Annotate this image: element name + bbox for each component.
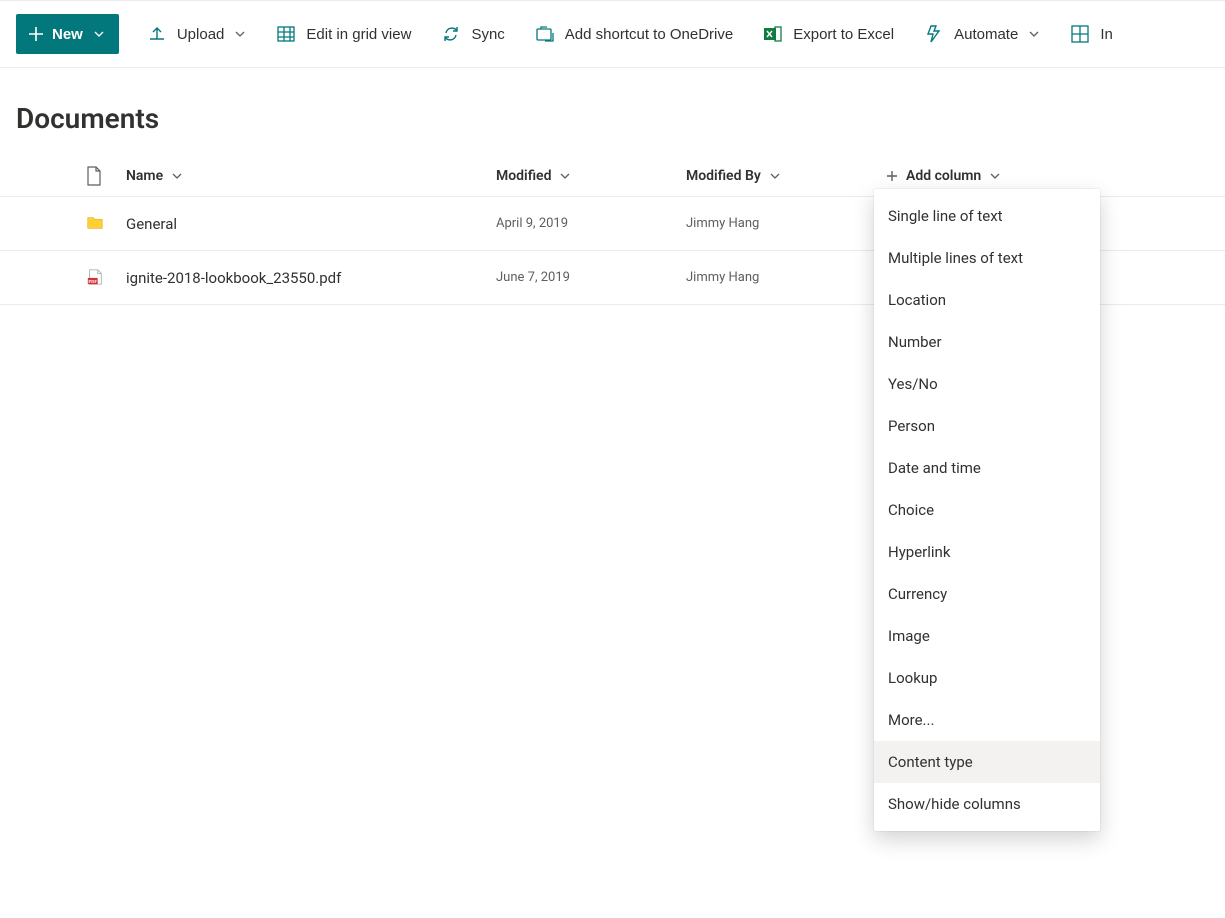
pdf-icon: PDF bbox=[86, 268, 104, 288]
svg-text:PDF: PDF bbox=[88, 278, 97, 283]
item-name[interactable]: General bbox=[126, 215, 177, 233]
add-column-menu-item[interactable]: Show/hide columns bbox=[874, 783, 1100, 825]
excel-icon bbox=[763, 24, 783, 44]
add-column-menu-item[interactable]: Location bbox=[874, 279, 1100, 321]
add-column-menu-item[interactable]: Number bbox=[874, 321, 1100, 363]
add-column-menu-item[interactable]: More... bbox=[874, 699, 1100, 741]
grid-icon bbox=[276, 24, 296, 44]
sync-icon bbox=[441, 24, 461, 44]
column-modified[interactable]: Modified bbox=[490, 168, 680, 184]
file-icon bbox=[86, 166, 102, 186]
integrate-label: In bbox=[1100, 26, 1113, 43]
item-modified-by: Jimmy Hang bbox=[686, 216, 759, 231]
column-name[interactable]: Name bbox=[120, 168, 490, 184]
add-column-menu-item[interactable]: Choice bbox=[874, 489, 1100, 531]
add-column-menu-item[interactable]: Lookup bbox=[874, 657, 1100, 699]
add-column-menu-item[interactable]: Person bbox=[874, 405, 1100, 447]
add-column-menu-item[interactable]: Content type bbox=[874, 741, 1100, 783]
chevron-down-icon bbox=[234, 28, 246, 40]
add-column-menu-item[interactable]: Date and time bbox=[874, 447, 1100, 489]
add-column-menu: Single line of textMultiple lines of tex… bbox=[874, 189, 1100, 831]
add-column-menu-item[interactable]: Yes/No bbox=[874, 363, 1100, 405]
column-modified-label: Modified bbox=[496, 168, 551, 184]
plus-icon bbox=[28, 26, 44, 42]
chevron-down-icon bbox=[559, 170, 571, 182]
edit-grid-label: Edit in grid view bbox=[306, 26, 411, 43]
column-type-icon[interactable] bbox=[80, 166, 120, 186]
add-column-menu-item[interactable]: Multiple lines of text bbox=[874, 237, 1100, 279]
add-shortcut-label: Add shortcut to OneDrive bbox=[565, 26, 733, 43]
item-modified-by: Jimmy Hang bbox=[686, 270, 759, 285]
upload-label: Upload bbox=[177, 26, 225, 43]
new-button-label: New bbox=[52, 26, 83, 43]
automate-icon bbox=[924, 24, 944, 44]
integrate-icon bbox=[1070, 24, 1090, 44]
edit-grid-button[interactable]: Edit in grid view bbox=[274, 18, 413, 50]
item-name[interactable]: ignite-2018-lookbook_23550.pdf bbox=[126, 269, 341, 287]
add-column-menu-item[interactable]: Single line of text bbox=[874, 195, 1100, 237]
document-list: Name Modified Modified By Add column bbox=[0, 145, 1225, 305]
command-bar: New Upload Edit in grid view Sync Add sh… bbox=[0, 0, 1225, 68]
column-name-label: Name bbox=[126, 168, 163, 184]
chevron-down-icon bbox=[171, 170, 183, 182]
library-title: Documents bbox=[0, 68, 1225, 145]
item-modified: June 7, 2019 bbox=[496, 270, 570, 285]
folder-icon bbox=[86, 214, 104, 234]
add-column-label: Add column bbox=[906, 168, 981, 184]
upload-button[interactable]: Upload bbox=[145, 18, 249, 50]
add-column-menu-item[interactable]: Hyperlink bbox=[874, 531, 1100, 573]
chevron-down-icon bbox=[1028, 28, 1040, 40]
plus-icon bbox=[886, 170, 898, 182]
chevron-down-icon bbox=[989, 170, 1001, 182]
shortcut-icon bbox=[535, 24, 555, 44]
sync-button[interactable]: Sync bbox=[439, 18, 506, 50]
column-add[interactable]: Add column bbox=[880, 168, 1225, 184]
add-column-menu-item[interactable]: Currency bbox=[874, 573, 1100, 615]
automate-button[interactable]: Automate bbox=[922, 18, 1042, 50]
new-button[interactable]: New bbox=[16, 14, 119, 54]
column-modified-by[interactable]: Modified By bbox=[680, 168, 880, 184]
export-excel-button[interactable]: Export to Excel bbox=[761, 18, 896, 50]
automate-label: Automate bbox=[954, 26, 1018, 43]
add-shortcut-button[interactable]: Add shortcut to OneDrive bbox=[533, 18, 735, 50]
item-modified: April 9, 2019 bbox=[496, 216, 568, 231]
chevron-down-icon bbox=[769, 170, 781, 182]
sync-label: Sync bbox=[471, 26, 504, 43]
upload-icon bbox=[147, 24, 167, 44]
export-excel-label: Export to Excel bbox=[793, 26, 894, 43]
integrate-button[interactable]: In bbox=[1068, 18, 1115, 50]
chevron-down-icon bbox=[93, 28, 105, 40]
add-column-menu-item[interactable]: Image bbox=[874, 615, 1100, 657]
column-modified-by-label: Modified By bbox=[686, 168, 761, 184]
